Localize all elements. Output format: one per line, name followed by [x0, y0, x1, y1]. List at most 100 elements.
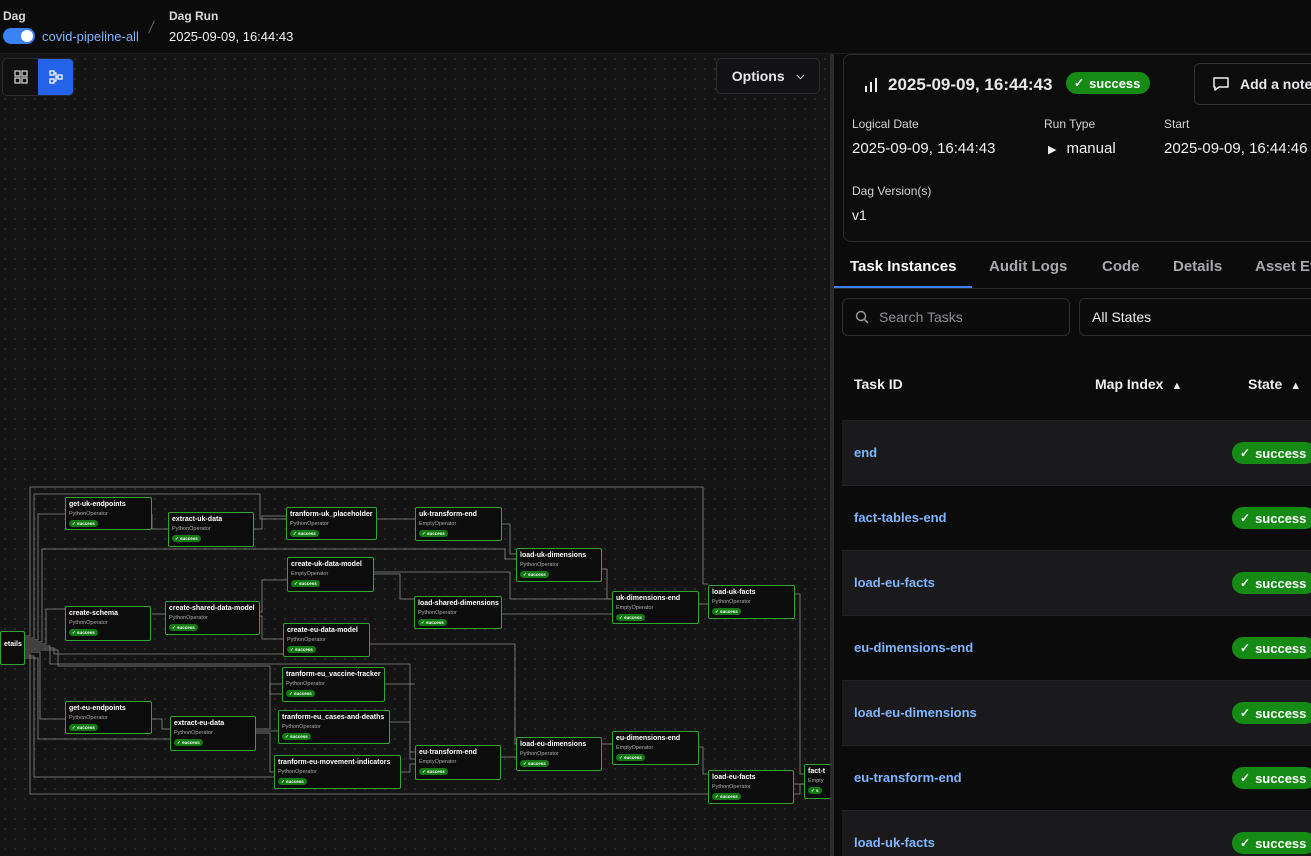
node-status: s	[816, 788, 819, 793]
state-filter-select[interactable]: All States	[1079, 298, 1311, 336]
dag-node[interactable]: create-uk-data-model EmptyOperator ✓ succe…	[287, 557, 374, 592]
node-operator: PythonOperator	[69, 620, 108, 626]
task-id-link[interactable]: eu-transform-end	[854, 770, 962, 785]
add-note-label: Add a note	[1240, 76, 1311, 92]
search-icon	[855, 310, 869, 324]
dag-pause-toggle[interactable]	[3, 28, 35, 44]
node-status-badge: ✓ success	[287, 646, 316, 653]
node-status: success	[286, 779, 304, 784]
node-status-badge: ✓ success	[616, 754, 645, 761]
tab-task-instances[interactable]: Task Instances	[834, 250, 973, 288]
node-status: success	[299, 581, 317, 586]
dag-node[interactable]: load-shared-dimensions PythonOperator ✓ su…	[414, 596, 502, 629]
node-operator: PythonOperator	[169, 615, 208, 621]
node-status-badge: ✓ success	[174, 739, 203, 746]
search-placeholder: Search Tasks	[879, 309, 963, 325]
state-badge: ✓ success	[1232, 702, 1311, 724]
search-input[interactable]: Search Tasks	[842, 298, 1070, 336]
node-status-badge: ✓ success	[616, 614, 645, 621]
table-row: fact-tables-end ✓ success	[842, 485, 1311, 551]
dag-node[interactable]: tranform-eu_cases-and-deaths PythonOperat…	[278, 710, 390, 744]
node-operator: PythonOperator	[418, 610, 457, 616]
toggle-knob	[21, 30, 33, 42]
dagrun-value: 2025-09-09, 16:44:43	[169, 29, 294, 44]
run-state-badge: ✓ success	[1066, 72, 1151, 94]
run-type-value: ▶ manual	[1048, 140, 1116, 157]
state-text: success	[1255, 510, 1307, 526]
dag-node[interactable]: create-eu-data-model PythonOperator ✓ succ…	[283, 623, 370, 657]
node-name: fact-t	[808, 768, 826, 775]
dag-node[interactable]: tranform-eu-movement-indicators PythonOpe…	[274, 755, 401, 789]
node-name: uk-transform-end	[419, 511, 477, 518]
column-map-index-label: Map Index	[1095, 376, 1164, 392]
dag-node[interactable]: create-schema PythonOperator ✓ success	[65, 606, 151, 641]
node-status-badge: ✓ success	[290, 530, 319, 537]
node-name: create-shared-data-model	[169, 605, 255, 612]
dag-node-details[interactable]: etails	[0, 631, 25, 665]
dag-node[interactable]: tranform-eu_vaccine-tracker PythonOperato…	[282, 667, 385, 702]
task-id-link[interactable]: fact-tables-end	[854, 510, 946, 525]
task-id-link[interactable]: end	[854, 445, 877, 460]
column-task-id[interactable]: Task ID	[854, 376, 903, 392]
node-status: success	[528, 572, 546, 577]
tab-audit-logs[interactable]: Audit Logs	[989, 250, 1067, 286]
dag-node[interactable]: eu-transform-end EmptyOperator ✓ success	[415, 745, 501, 780]
state-badge: ✓ success	[1232, 507, 1311, 529]
node-status: success	[77, 521, 95, 526]
tab-details[interactable]: Details	[1173, 250, 1222, 286]
logical-date-label: Logical Date	[852, 117, 919, 131]
node-operator: PythonOperator	[520, 751, 559, 757]
dag-node[interactable]: load-uk-facts PythonOperator ✓ success	[708, 585, 795, 619]
node-status-badge: ✓ success	[69, 520, 98, 527]
dag-node[interactable]: create-shared-data-model PythonOperator ✓ …	[165, 601, 260, 635]
dag-name-link[interactable]: covid-pipeline-all	[42, 29, 139, 44]
dag-node[interactable]: tranform-uk_placeholder PythonOperator ✓ s…	[286, 507, 377, 540]
state-text: success	[1255, 640, 1307, 656]
node-name: eu-dimensions-end	[616, 735, 681, 742]
node-operator: Empty	[808, 778, 824, 784]
column-map-index[interactable]: Map Index ▲︎	[1095, 376, 1182, 392]
tab-code[interactable]: Code	[1102, 250, 1140, 286]
dag-node[interactable]: extract-uk-data PythonOperator ✓ success	[168, 512, 254, 547]
table-row: load-uk-facts ✓ success	[842, 810, 1311, 856]
node-status-badge: ✓ success	[169, 624, 198, 631]
add-note-button[interactable]: Add a note	[1194, 63, 1311, 105]
node-operator: PythonOperator	[520, 562, 559, 568]
node-name: get-uk-endpoints	[69, 501, 126, 508]
dag-node[interactable]: fact-t Empty ✓ s	[804, 764, 830, 799]
node-operator: EmptyOperator	[616, 745, 654, 751]
dag-node[interactable]: eu-dimensions-end EmptyOperator ✓ success	[612, 731, 699, 765]
node-status-badge: ✓ success	[419, 530, 448, 537]
node-name: load-uk-dimensions	[520, 552, 587, 559]
node-status: success	[427, 769, 445, 774]
graph-canvas[interactable]: Options ⌵ etails get-uk-endpoints Python…	[0, 54, 830, 856]
dag-node[interactable]: extract-eu-data PythonOperator ✓ success	[170, 716, 256, 751]
tab-asset-events[interactable]: Asset Ev	[1255, 250, 1311, 286]
dag-node[interactable]: get-uk-endpoints PythonOperator ✓ success	[65, 497, 152, 530]
node-status: success	[77, 725, 95, 730]
dag-node[interactable]: uk-dimensions-end EmptyOperator ✓ success	[612, 591, 699, 624]
node-status: success	[180, 536, 198, 541]
node-operator: PythonOperator	[174, 730, 213, 736]
run-title: 2025-09-09, 16:44:43	[888, 75, 1053, 94]
dag-version-label: Dag Version(s)	[852, 184, 932, 198]
state-filter-value: All States	[1092, 309, 1152, 325]
state-badge: ✓ success	[1232, 572, 1311, 594]
task-id-link[interactable]: load-uk-facts	[854, 835, 935, 850]
dag-node[interactable]: load-uk-dimensions PythonOperator ✓ succes…	[516, 548, 602, 582]
dag-node[interactable]: load-eu-facts PythonOperator ✓ success	[708, 770, 794, 804]
task-id-link[interactable]: load-eu-facts	[854, 575, 935, 590]
node-status-badge: ✓ success	[282, 733, 311, 740]
task-id-link[interactable]: eu-dimensions-end	[854, 640, 973, 655]
dag-node[interactable]: load-eu-dimensions PythonOperator ✓ succes…	[516, 737, 602, 771]
state-badge: ✓ success	[1232, 832, 1311, 854]
state-text: success	[1255, 770, 1307, 786]
column-state[interactable]: State ▲︎	[1248, 376, 1301, 392]
dag-node[interactable]: get-eu-endpoints PythonOperator ✓ success	[65, 701, 152, 734]
node-status: success	[294, 691, 312, 696]
task-id-link[interactable]: load-eu-dimensions	[854, 705, 977, 720]
column-state-label: State	[1248, 376, 1283, 392]
dag-node[interactable]: uk-transform-end EmptyOperator ✓ success	[415, 507, 502, 541]
node-status: success	[528, 761, 546, 766]
node-name: tranform-eu-movement-indicators	[278, 759, 391, 766]
